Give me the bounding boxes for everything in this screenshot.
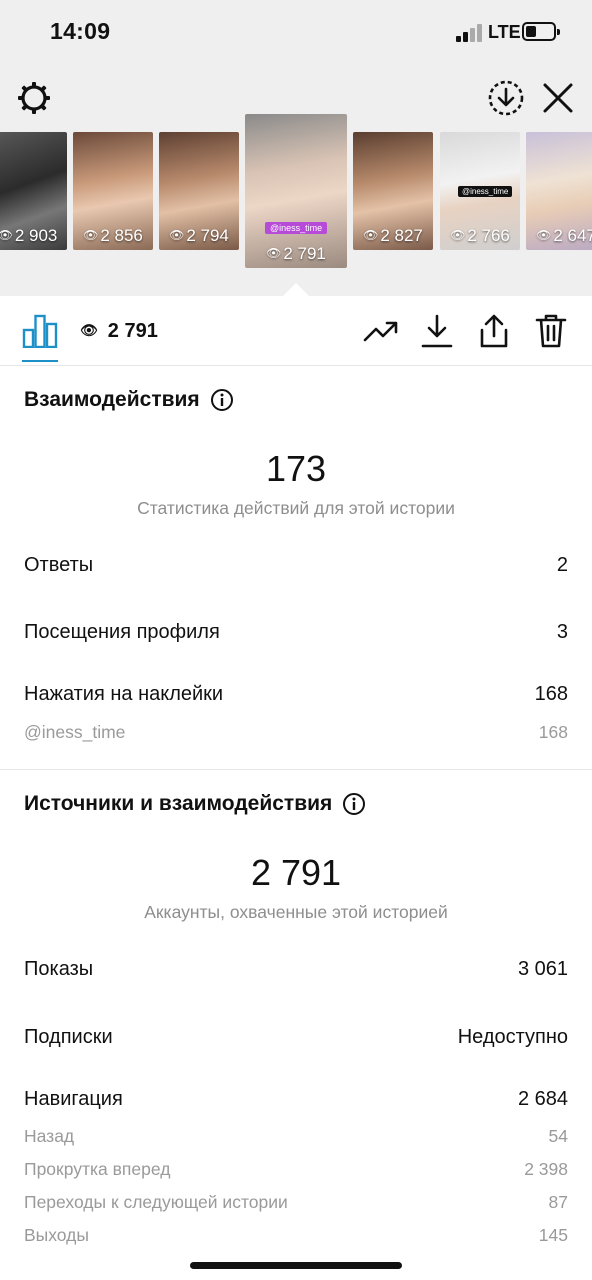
battery-icon <box>522 22 560 41</box>
stat-label: Навигация <box>24 1088 123 1110</box>
share-icon <box>480 314 508 348</box>
stat-label: Выходы <box>24 1225 89 1245</box>
stat-value: 168 <box>538 722 568 742</box>
thumbnail-views: 2 791 <box>283 244 326 263</box>
trash-icon <box>535 314 567 348</box>
stat-row-sticker-taps: Нажатия на наклейки 168 <box>24 683 568 706</box>
interactions-caption: Статистика действий для этой истории <box>137 498 455 518</box>
story-thumbnail[interactable]: 👁 2 903 <box>0 132 67 250</box>
story-thumbnail-selected[interactable]: @iness_time 👁 2 791 <box>245 114 347 268</box>
gear-icon <box>18 82 50 114</box>
stat-value: 54 <box>548 1126 568 1146</box>
stat-subrow-exits: Выходы 145 <box>24 1225 568 1246</box>
network-label: LTE <box>488 22 521 42</box>
status-bar: 14:09 LTE <box>0 0 592 66</box>
save-story-button[interactable] <box>486 78 526 118</box>
stat-label: Переходы к следующей истории <box>24 1192 288 1212</box>
story-thumbnail[interactable]: 👁 2 856 <box>73 132 153 250</box>
stat-row-impressions: Показы 3 061 <box>24 958 568 981</box>
stat-value: 2 <box>556 554 568 576</box>
story-header-area: 14:09 LTE 👁 2 903 👁 2 856 👁 2 794 @iness… <box>0 0 592 296</box>
stat-subrow-mention: @iness_time 168 <box>24 722 568 743</box>
thumbnail-views: 2 827 <box>380 226 423 245</box>
close-button[interactable] <box>538 78 578 118</box>
stat-value: 3 <box>556 621 568 643</box>
info-icon[interactable] <box>342 792 366 816</box>
stat-subrow-forward: Прокрутка вперед 2 398 <box>24 1159 568 1180</box>
eye-icon: 👁 <box>169 228 185 242</box>
stat-row-navigation: Навигация 2 684 <box>24 1088 568 1111</box>
thumbnail-views: 2 903 <box>14 226 58 245</box>
status-time: 14:09 <box>50 18 111 44</box>
view-count: 👁 2 791 <box>80 320 158 343</box>
signal-icon <box>456 24 484 42</box>
insights-toolbar: 👁 2 791 <box>0 296 592 366</box>
discovery-caption: Аккаунты, охваченные этой историей <box>144 902 448 922</box>
stat-value: 87 <box>548 1192 568 1212</box>
stat-subrow-next-story: Переходы к следующей истории 87 <box>24 1192 568 1213</box>
stat-subrow-back: Назад 54 <box>24 1126 568 1147</box>
share-button[interactable] <box>475 312 513 350</box>
eye-icon: 👁 <box>83 228 99 242</box>
stat-row-profile-visits: Посещения профиля 3 <box>24 621 568 644</box>
thumbnail-views: 2 766 <box>467 226 510 245</box>
story-thumbnail[interactable]: 👁 2 794 <box>159 132 239 250</box>
stat-label: @iness_time <box>24 722 126 742</box>
stat-row-follows: Подписки Недоступно <box>24 1026 568 1049</box>
section-divider <box>0 769 592 770</box>
download-button[interactable] <box>418 312 456 350</box>
close-icon <box>543 83 573 113</box>
mention-sticker: @iness_time <box>458 186 513 197</box>
thumbnail-views: 2 794 <box>186 226 229 245</box>
home-indicator[interactable] <box>190 1262 402 1269</box>
eye-icon: 👁 <box>80 322 98 338</box>
discovery-title: Источники и взаимодействия <box>24 792 333 815</box>
settings-button[interactable] <box>14 78 54 118</box>
stat-value: 168 <box>534 683 568 705</box>
interactions-total: 173 <box>265 448 327 489</box>
interactions-section-title: Взаимодействия <box>24 388 234 412</box>
download-icon <box>421 314 453 348</box>
eye-icon: 👁 <box>0 228 13 242</box>
stat-row-replies: Ответы 2 <box>24 554 568 577</box>
view-count-value: 2 791 <box>107 320 158 342</box>
trending-up-icon <box>363 321 398 342</box>
discovery-total: 2 791 <box>250 852 342 893</box>
download-circle-icon <box>488 80 524 116</box>
thumbnail-views: 2 647 <box>553 226 592 245</box>
stat-value: 3 061 <box>517 958 568 980</box>
bar-chart-icon <box>22 314 58 349</box>
info-icon[interactable] <box>210 388 234 412</box>
delete-button[interactable] <box>532 312 570 350</box>
stat-value: 2 398 <box>524 1159 568 1179</box>
eye-icon: 👁 <box>363 228 379 242</box>
stat-label: Назад <box>24 1126 75 1146</box>
stat-label: Прокрутка вперед <box>24 1159 171 1179</box>
eye-icon: 👁 <box>266 246 282 260</box>
mention-sticker: @iness_time <box>265 222 328 234</box>
active-tab-indicator <box>22 360 58 362</box>
story-thumbnail[interactable]: 👁 2 827 <box>353 132 433 250</box>
stat-value: 2 684 <box>517 1088 568 1110</box>
stat-label: Показы <box>24 958 94 980</box>
stat-label: Подписки <box>24 1026 113 1048</box>
stat-value: 145 <box>538 1225 568 1245</box>
insights-tab[interactable] <box>22 314 58 349</box>
story-thumbnail[interactable]: @iness_time 👁 2 766 <box>440 132 520 250</box>
interactions-title: Взаимодействия <box>24 388 200 411</box>
story-thumbnails: 👁 2 903 👁 2 856 👁 2 794 @iness_time 👁 2 791 … <box>0 114 592 274</box>
stat-label: Ответы <box>24 554 94 576</box>
stat-label: Нажатия на наклейки <box>24 683 224 705</box>
selected-story-pointer <box>282 283 310 297</box>
discovery-section-title: Источники и взаимодействия <box>24 792 366 816</box>
story-thumbnail[interactable]: 👁 2 647 <box>526 132 592 250</box>
eye-icon: 👁 <box>450 228 466 242</box>
stat-label: Посещения профиля <box>24 621 220 643</box>
stat-value: Недоступно <box>457 1026 568 1048</box>
promote-button[interactable] <box>362 312 400 350</box>
thumbnail-views: 2 856 <box>100 226 143 245</box>
eye-icon: 👁 <box>536 228 552 242</box>
